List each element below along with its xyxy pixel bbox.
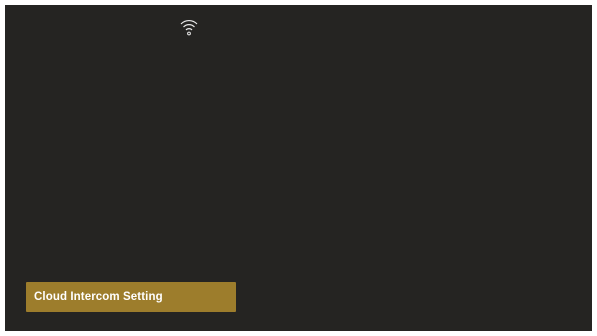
wifi-icon (178, 15, 200, 37)
menu-item-label: Cloud Intercom Setting (34, 291, 163, 303)
menu-item-cloud-intercom-setting[interactable]: Cloud Intercom Setting (26, 282, 236, 312)
screen: Cloud Intercom Setting (5, 5, 592, 331)
